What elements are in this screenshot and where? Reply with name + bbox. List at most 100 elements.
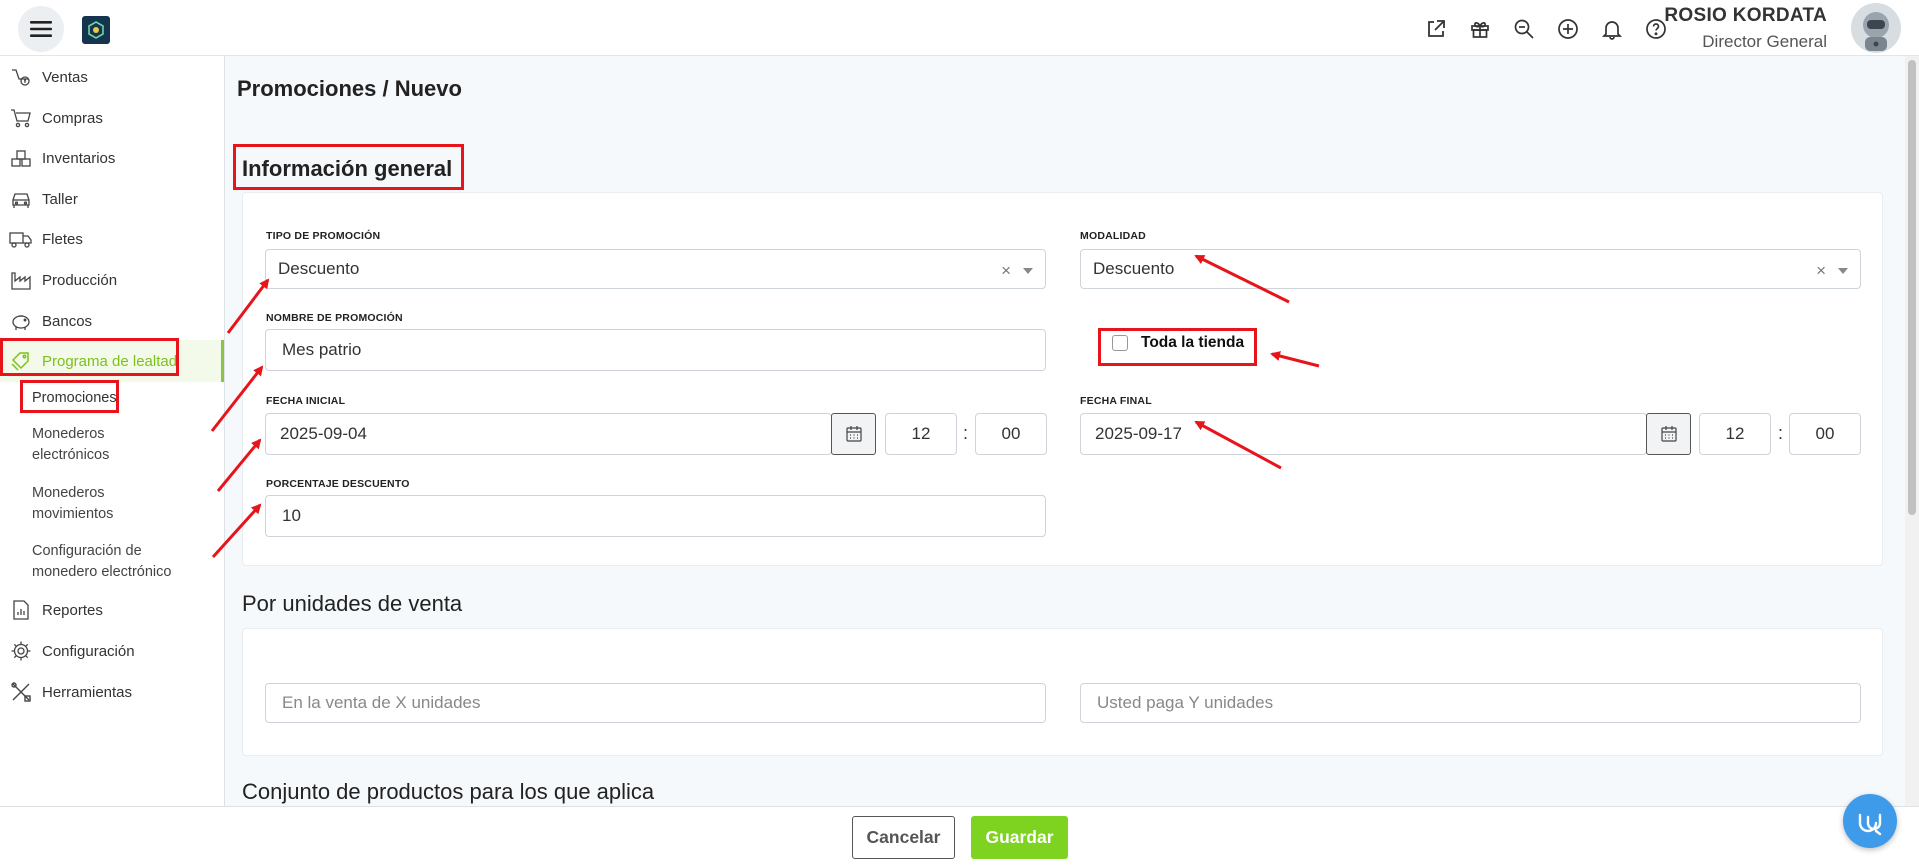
subitem-label-line1: Monederos — [32, 485, 105, 501]
toda-tienda-label[interactable]: Toda la tienda — [1141, 334, 1244, 352]
sidebar-item-herramientas[interactable]: Herramientas — [0, 672, 224, 712]
user-name[interactable]: ROSIO KORDATA — [1664, 5, 1827, 27]
sidebar-item-label: Compras — [42, 109, 103, 127]
sidebar-item-taller[interactable]: Taller — [0, 179, 224, 219]
external-link-button[interactable] — [1421, 14, 1451, 44]
fecha-inicial-value: 2025-09-04 — [280, 424, 367, 443]
gift-button[interactable] — [1465, 14, 1495, 44]
main-content: Promociones / Nuevo Información general … — [225, 56, 1905, 806]
search-zoom-button[interactable] — [1509, 14, 1539, 44]
fecha-final-value: 2025-09-17 — [1095, 424, 1182, 443]
unidades-x-input[interactable]: En la venta de X unidades — [265, 683, 1046, 723]
sidebar-item-label: Herramientas — [42, 683, 133, 701]
fecha-inicial-input[interactable]: 2025-09-04 — [265, 413, 832, 455]
sidebar-item-reportes[interactable]: Reportes — [0, 590, 224, 630]
subitem-label-line2: movimientos — [32, 506, 114, 522]
app-logo[interactable] — [82, 16, 110, 44]
subitem-label-line2: monedero electrónico — [32, 564, 172, 580]
cancel-button[interactable]: Cancelar — [852, 816, 955, 859]
scrollbar-thumb[interactable] — [1908, 60, 1916, 515]
sidebar-item-label: Fletes — [42, 230, 83, 248]
fecha-inicial-calendar-button[interactable] — [831, 413, 876, 455]
car-icon — [8, 186, 34, 212]
sidebar-item-inventarios[interactable]: Inventarios — [0, 138, 224, 178]
sidebar-item-label: Bancos — [42, 312, 93, 330]
general-card: TIPO DE PROMOCIÓN Descuento × MODALIDAD … — [242, 192, 1883, 566]
avatar[interactable] — [1851, 3, 1901, 53]
fecha-final-calendar-button[interactable] — [1646, 413, 1691, 455]
bell-icon — [1601, 21, 1623, 40]
subitem-label: Promociones — [32, 390, 117, 406]
report-icon — [8, 597, 34, 623]
tipo-promocion-select[interactable]: Descuento × — [265, 249, 1046, 289]
hour-value: 12 — [1725, 424, 1745, 443]
subitem-label-line2: electrónicos — [32, 447, 110, 463]
fecha-final-label: FECHA FINAL — [1080, 395, 1152, 407]
fecha-inicial-hour-input[interactable]: 12 — [885, 413, 957, 455]
fecha-final-hour-input[interactable]: 12 — [1699, 413, 1771, 455]
breadcrumb: Promociones / Nuevo — [237, 76, 462, 101]
sidebar-item-fletes[interactable]: Fletes — [0, 219, 224, 259]
fecha-final-input[interactable]: 2025-09-17 — [1080, 413, 1647, 455]
clear-icon[interactable]: × — [1001, 261, 1011, 281]
menu-toggle-button[interactable] — [18, 6, 64, 52]
tipo-label: TIPO DE PROMOCIÓN — [266, 230, 381, 242]
sidebar-subitem-monederos-movimientos[interactable]: Monederos movimientos — [32, 483, 113, 525]
cart-icon — [8, 105, 34, 131]
piggy-bank-icon — [8, 308, 34, 334]
unidades-y-input[interactable]: Usted paga Y unidades — [1080, 683, 1861, 723]
clear-icon[interactable]: × — [1816, 261, 1826, 281]
unidades-x-placeholder: En la venta de X unidades — [282, 693, 481, 712]
subitem-label-line1: Configuración de — [32, 543, 142, 559]
notifications-button[interactable] — [1597, 14, 1627, 44]
modalidad-select[interactable]: Descuento × — [1080, 249, 1861, 289]
sidebar-item-produccion[interactable]: Producción — [0, 260, 224, 300]
sidebar-item-label: Ventas — [42, 68, 88, 86]
sales-icon — [8, 64, 34, 90]
sidebar-subitem-configuracion-monedero[interactable]: Configuración de monedero electrónico — [32, 541, 171, 583]
sidebar-item-ventas[interactable]: Ventas — [0, 57, 224, 97]
sidebar-item-label: Producción — [42, 271, 118, 289]
sidebar: Ventas Compras Inventarios Taller Fletes… — [0, 56, 225, 806]
minute-value: 00 — [1001, 424, 1021, 443]
logo-icon — [88, 21, 104, 39]
loyalty-icon — [8, 348, 34, 374]
section-title-informacion-general: Información general — [242, 156, 453, 181]
truck-icon — [8, 226, 34, 252]
nombre-promocion-input[interactable]: Mes patrio — [265, 329, 1046, 371]
minute-value: 00 — [1815, 424, 1835, 443]
porcentaje-value: 10 — [282, 506, 301, 525]
sidebar-subitem-promociones[interactable]: Promociones — [32, 388, 117, 409]
sidebar-item-programa-lealtad[interactable]: Programa de lealtad — [0, 340, 224, 382]
sidebar-item-label: Taller — [42, 190, 78, 208]
hamburger-icon — [30, 21, 52, 37]
modalidad-value: Descuento — [1093, 259, 1175, 278]
chevron-down-icon — [1838, 268, 1848, 274]
sidebar-item-bancos[interactable]: Bancos — [0, 301, 224, 341]
save-button[interactable]: Guardar — [971, 816, 1068, 859]
sidebar-item-label: Configuración — [42, 642, 135, 660]
chat-icon — [1858, 813, 1882, 836]
sidebar-subitem-monederos-electronicos[interactable]: Monederos electrónicos — [32, 424, 109, 466]
plus-circle-icon — [1558, 19, 1578, 39]
factory-icon — [8, 267, 34, 293]
header-actions — [1421, 14, 1671, 44]
subitem-label-line1: Monederos — [32, 426, 105, 442]
toda-tienda-checkbox[interactable] — [1112, 335, 1128, 351]
astronaut-avatar-icon — [1863, 12, 1889, 51]
add-button[interactable] — [1553, 14, 1583, 44]
chat-widget-button[interactable] — [1843, 794, 1897, 848]
unidades-y-placeholder: Usted paga Y unidades — [1097, 693, 1274, 712]
fecha-final-minute-input[interactable]: 00 — [1789, 413, 1861, 455]
calendar-icon — [1660, 426, 1677, 442]
chevron-down-icon — [1023, 268, 1033, 274]
sidebar-item-compras[interactable]: Compras — [0, 98, 224, 138]
boxes-icon — [8, 145, 34, 171]
fecha-inicial-minute-input[interactable]: 00 — [975, 413, 1047, 455]
gift-icon — [1471, 22, 1489, 38]
tools-icon — [8, 679, 34, 705]
sidebar-item-configuracion[interactable]: Configuración — [0, 631, 224, 671]
hour-value: 12 — [911, 424, 931, 443]
top-bar: ROSIO KORDATA Director General — [0, 0, 1919, 56]
porcentaje-descuento-input[interactable]: 10 — [265, 495, 1046, 537]
